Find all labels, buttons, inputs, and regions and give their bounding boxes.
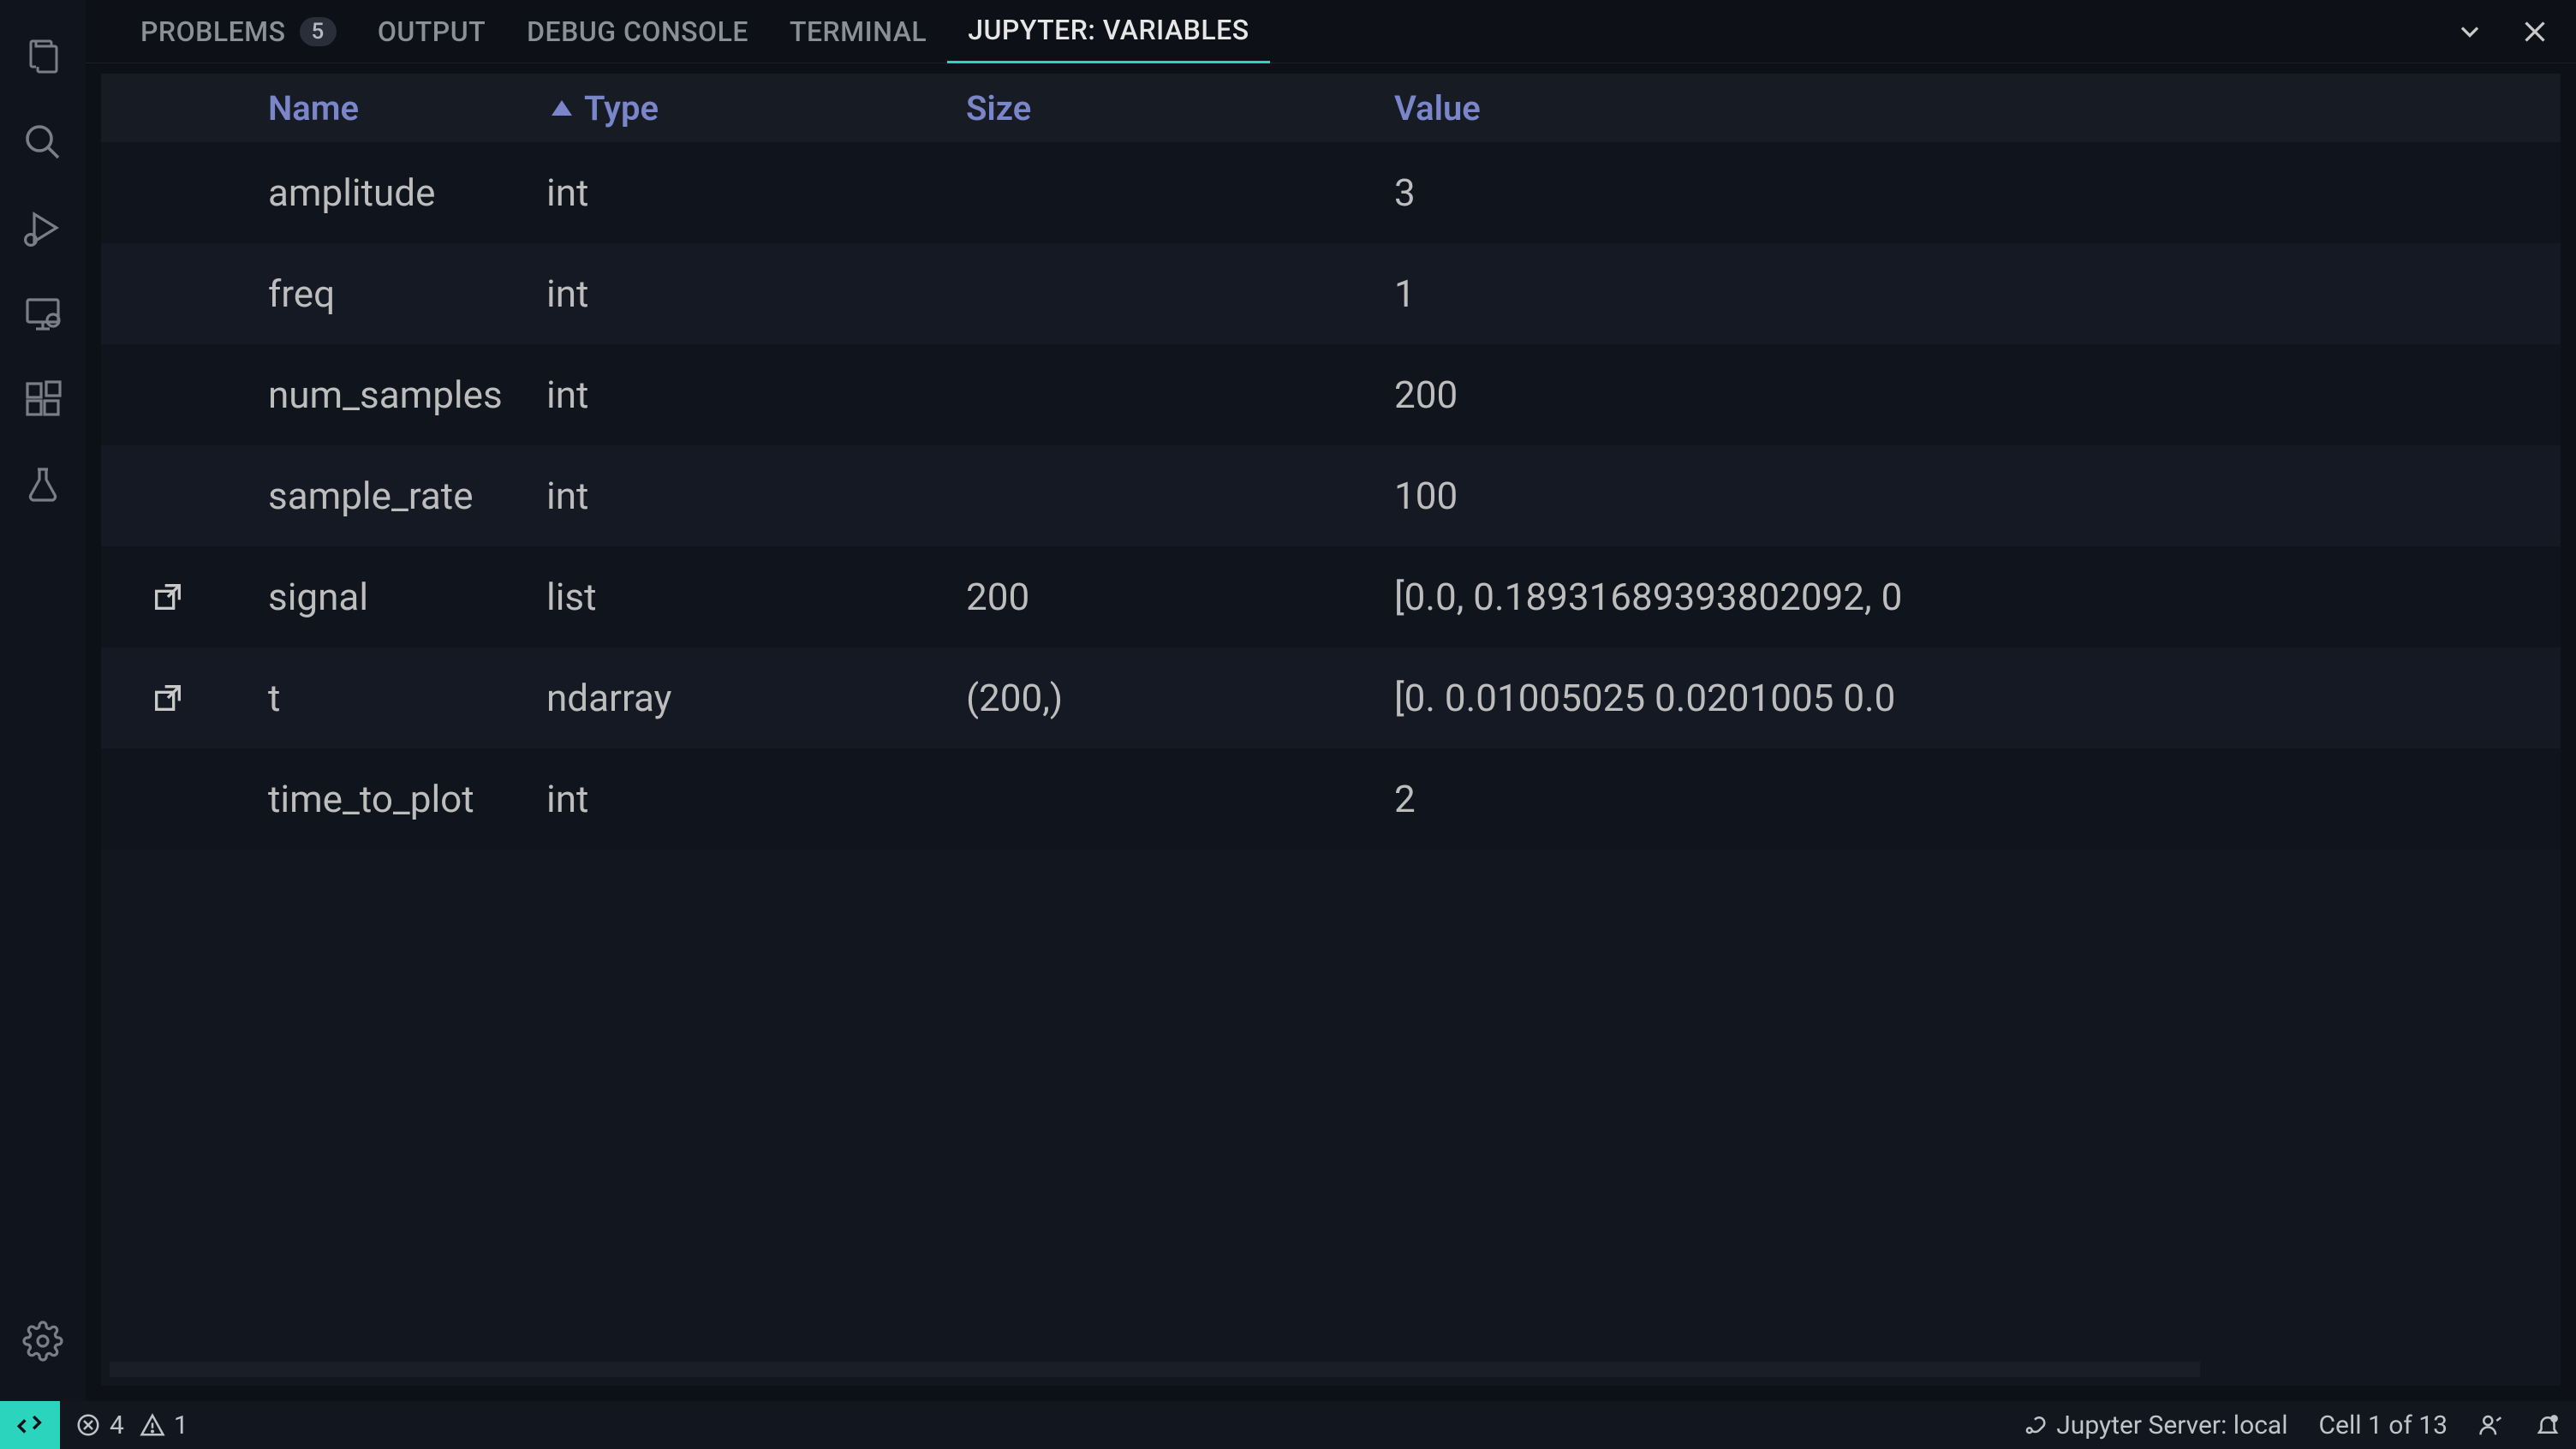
status-errors[interactable]: 4 (60, 1410, 140, 1440)
tab-label: PROBLEMS (140, 15, 286, 48)
table-row[interactable]: sample_rateint 100 (101, 445, 2561, 546)
variable-type: int (546, 474, 966, 518)
main-area: PROBLEMS 5 OUTPUT DEBUG CONSOLE TERMINAL… (0, 0, 2576, 1401)
variable-value: 100 (1394, 474, 2561, 518)
remote-indicator[interactable] (0, 1401, 60, 1449)
table-row[interactable]: amplitudeint 3 (101, 142, 2561, 243)
tab-label: DEBUG CONSOLE (527, 15, 748, 48)
tab-problems[interactable]: PROBLEMS 5 (120, 0, 357, 63)
panel-content: PROBLEMS 5 OUTPUT DEBUG CONSOLE TERMINAL… (86, 0, 2576, 1401)
errors-count: 4 (110, 1410, 124, 1440)
chevron-down-icon[interactable] (2453, 15, 2487, 49)
variable-value: 3 (1394, 170, 2561, 215)
table-row[interactable]: signallist200[0.0, 0.18931689393802092, … (101, 546, 2561, 647)
variable-name: freq (234, 271, 546, 316)
close-icon[interactable] (2518, 15, 2552, 49)
sort-ascending-icon (546, 92, 577, 123)
variable-value: [0.0, 0.18931689393802092, 0 (1394, 575, 2561, 619)
tab-output[interactable]: OUTPUT (357, 0, 506, 63)
column-type[interactable]: Type (546, 88, 966, 128)
variable-type: int (546, 170, 966, 215)
table-row[interactable]: tndarray(200,)[0. 0.01005025 0.0201005 0… (101, 647, 2561, 748)
variable-name: t (234, 676, 546, 720)
tab-label: OUTPUT (378, 15, 486, 48)
variable-name: num_samples (234, 373, 546, 417)
panel-actions (2453, 15, 2552, 49)
column-value[interactable]: Value (1394, 88, 2561, 128)
activity-bar (0, 0, 86, 1401)
table-row[interactable]: freqint 1 (101, 243, 2561, 344)
status-jupyter-server[interactable]: Jupyter Server: local (2007, 1410, 2303, 1440)
status-warnings[interactable]: 1 (140, 1410, 204, 1440)
status-feedback-icon[interactable] (2463, 1412, 2519, 1438)
variable-value: 1 (1394, 271, 2561, 316)
status-bell-icon[interactable] (2519, 1412, 2576, 1438)
tab-terminal[interactable]: TERMINAL (769, 0, 947, 63)
variable-name: signal (234, 575, 546, 619)
variable-name: amplitude (234, 170, 546, 215)
panel-tabs: PROBLEMS 5 OUTPUT DEBUG CONSOLE TERMINAL… (86, 0, 2576, 63)
horizontal-scrollbar[interactable] (110, 1362, 2200, 1377)
column-type-label: Type (584, 88, 659, 128)
run-debug-icon[interactable] (17, 202, 69, 253)
jupyter-server-label: Jupyter Server: local (2056, 1410, 2287, 1440)
variable-type: int (546, 777, 966, 821)
variable-type: list (546, 575, 966, 619)
warnings-count: 1 (174, 1410, 188, 1440)
variables-panel: Name Type Size Value amplitudeint3freqin… (101, 74, 2561, 1386)
explorer-icon[interactable] (17, 31, 69, 82)
variable-value: [0. 0.01005025 0.0201005 0.0 (1394, 676, 2561, 720)
status-cell-position[interactable]: Cell 1 of 13 (2304, 1410, 2463, 1440)
tab-debug-console[interactable]: DEBUG CONSOLE (506, 0, 769, 63)
column-name[interactable]: Name (234, 88, 546, 128)
variable-type: int (546, 373, 966, 417)
table-row[interactable]: num_samplesint 200 (101, 344, 2561, 445)
variables-rows: amplitudeint3freqint1num_samplesint200sa… (101, 142, 2561, 1362)
remote-explorer-icon[interactable] (17, 288, 69, 339)
variable-value: 2 (1394, 777, 2561, 821)
problems-badge: 5 (300, 17, 337, 46)
settings-gear-icon[interactable] (17, 1315, 69, 1367)
testing-icon[interactable] (17, 459, 69, 510)
variable-name: sample_rate (234, 474, 546, 518)
extensions-icon[interactable] (17, 373, 69, 425)
variable-size: (200,) (966, 676, 1394, 720)
search-icon[interactable] (17, 116, 69, 168)
expand-variable-icon[interactable] (101, 681, 234, 715)
variable-size: 200 (966, 575, 1394, 619)
variable-name: time_to_plot (234, 777, 546, 821)
column-size[interactable]: Size (966, 88, 1394, 128)
variables-header: Name Type Size Value (101, 74, 2561, 142)
variable-type: ndarray (546, 676, 966, 720)
status-bar: 4 1 Jupyter Server: local Cell 1 of 13 (0, 1401, 2576, 1449)
tab-label: JUPYTER: VARIABLES (968, 14, 1249, 46)
variable-type: int (546, 271, 966, 316)
variable-value: 200 (1394, 373, 2561, 417)
cell-position-label: Cell 1 of 13 (2319, 1410, 2448, 1440)
table-row[interactable]: time_to_plotint 2 (101, 748, 2561, 850)
expand-variable-icon[interactable] (101, 580, 234, 614)
tab-jupyter-variables[interactable]: JUPYTER: VARIABLES (947, 0, 1269, 63)
tab-label: TERMINAL (790, 15, 927, 48)
